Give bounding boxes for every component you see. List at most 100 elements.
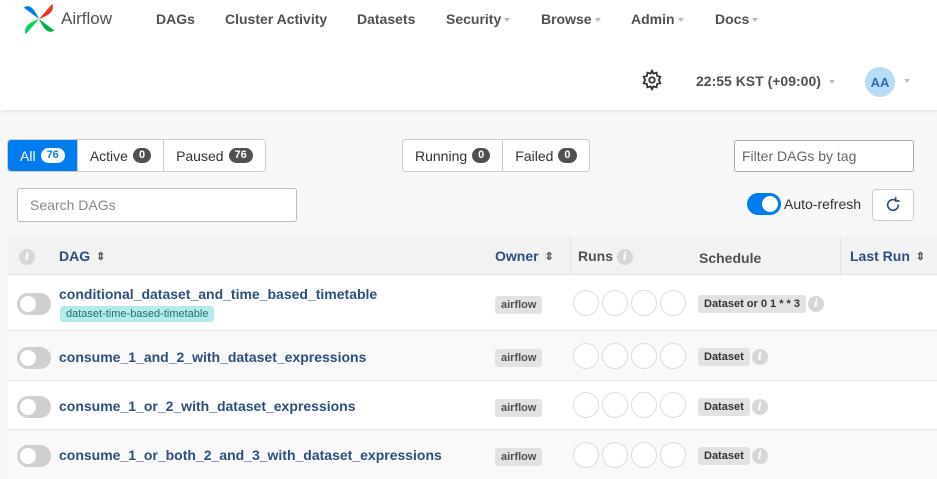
run-circle-running[interactable] <box>602 392 628 418</box>
run-circle-running[interactable] <box>602 290 628 316</box>
run-circle-success[interactable] <box>631 392 657 418</box>
pause-toggle[interactable] <box>17 293 51 315</box>
header-runs: Runs i <box>578 248 633 266</box>
sort-icon: ⇕ <box>915 251 926 263</box>
run-status-circles <box>573 392 686 418</box>
info-icon[interactable]: i <box>808 296 824 312</box>
count-badge: 0 <box>558 148 577 163</box>
owner-badge[interactable]: airflow <box>495 399 543 417</box>
run-status-circles <box>573 442 686 468</box>
run-status-circles <box>573 343 686 369</box>
count-badge: 0 <box>132 148 152 163</box>
column-divider <box>840 237 841 275</box>
run-state-filter-group: Running 0 Failed 0 <box>402 139 590 172</box>
run-circle-running[interactable] <box>602 343 628 369</box>
chevron-down-icon <box>504 18 511 23</box>
run-circle-running[interactable] <box>602 442 628 468</box>
count-badge: 0 <box>472 148 491 163</box>
timezone-dropdown[interactable]: 22:55 KST (+09:00) <box>696 73 835 89</box>
info-icon[interactable]: i <box>616 249 633 266</box>
filter-all-button[interactable]: All 76 <box>8 140 78 171</box>
filter-running-button[interactable]: Running 0 <box>403 140 504 171</box>
owner-badge[interactable]: airflow <box>495 448 543 466</box>
auto-refresh-label: Auto-refresh <box>784 196 862 212</box>
chevron-down-icon <box>594 18 601 23</box>
info-icon[interactable]: i <box>751 399 768 415</box>
chevron-down-icon <box>828 80 835 85</box>
schedule-badge: Dataset or 0 1 * * 3 <box>698 295 806 313</box>
run-circle-success[interactable] <box>631 442 657 468</box>
run-circle-failed[interactable] <box>660 290 686 316</box>
owner-badge[interactable]: airflow <box>495 296 543 314</box>
dag-id-link[interactable]: consume_1_or_both_2_and_3_with_dataset_e… <box>59 447 442 463</box>
filter-failed-button[interactable]: Failed 0 <box>503 140 588 171</box>
auto-refresh-toggle[interactable] <box>747 193 781 215</box>
nav-item-security[interactable]: Security <box>446 11 511 27</box>
schedule-badge: Dataset <box>698 348 750 366</box>
run-circle-queued[interactable] <box>573 343 599 369</box>
dag-tag[interactable]: dataset-time-based-timetable <box>60 306 215 322</box>
tag-filter-input[interactable] <box>734 140 914 172</box>
filter-active-button[interactable]: Active 0 <box>78 140 165 171</box>
search-dags-input[interactable] <box>17 188 297 222</box>
run-circle-failed[interactable] <box>660 343 686 369</box>
schedule-cell: Dataset i <box>698 447 768 465</box>
info-icon[interactable]: i <box>751 448 768 464</box>
nav-item-dags[interactable]: DAGs <box>156 11 195 27</box>
pause-toggle[interactable] <box>17 445 51 467</box>
run-circle-queued[interactable] <box>573 442 599 468</box>
chevron-down-icon[interactable] <box>904 79 910 83</box>
count-badge: 76 <box>228 148 253 163</box>
brand-logo-link[interactable]: Airflow <box>20 0 112 38</box>
run-circle-queued[interactable] <box>573 392 599 418</box>
schedule-cell: Dataset or 0 1 * * 3 i <box>698 295 824 313</box>
nav-item-admin[interactable]: Admin <box>631 11 684 27</box>
status-filter-group: All 76 Active 0 Paused 76 <box>7 139 266 172</box>
sort-icon: ⇕ <box>96 251 106 263</box>
run-circle-success[interactable] <box>631 343 657 369</box>
info-icon[interactable]: i <box>19 249 35 266</box>
gear-icon[interactable] <box>641 69 663 91</box>
schedule-badge: Dataset <box>698 398 750 416</box>
filter-paused-button[interactable]: Paused 76 <box>164 140 265 171</box>
run-circle-queued[interactable] <box>573 290 599 316</box>
schedule-badge: Dataset <box>698 447 750 465</box>
refresh-button[interactable] <box>872 189 914 221</box>
header-dag[interactable]: DAG ⇕ <box>59 248 105 264</box>
nav-item-cluster-activity[interactable]: Cluster Activity <box>225 11 327 27</box>
dag-id-link[interactable]: conditional_dataset_and_time_based_timet… <box>59 286 377 302</box>
chevron-down-icon <box>677 18 684 23</box>
table-header: i DAG ⇕ Owner ⇕ Runs i Schedule Last Run ⇕ <box>8 237 937 275</box>
count-badge: 76 <box>40 148 65 163</box>
top-navbar: Airflow DAGs Cluster Activity Datasets S… <box>0 0 937 110</box>
table-row: consume_1_or_both_2_and_3_with_dataset_e… <box>8 430 937 479</box>
table-row: consume_1_and_2_with_dataset_expressions… <box>8 331 937 381</box>
pause-toggle[interactable] <box>17 396 51 418</box>
run-circle-failed[interactable] <box>660 442 686 468</box>
header-last-run[interactable]: Last Run ⇕ <box>850 248 925 264</box>
sort-icon: ⇕ <box>544 251 554 263</box>
schedule-cell: Dataset i <box>698 348 768 366</box>
run-circle-failed[interactable] <box>660 392 686 418</box>
header-owner[interactable]: Owner ⇕ <box>495 248 554 264</box>
run-circle-success[interactable] <box>631 290 657 316</box>
header-schedule: Schedule <box>699 250 762 266</box>
owner-badge[interactable]: airflow <box>495 349 543 367</box>
table-row: conditional_dataset_and_time_based_timet… <box>8 275 937 331</box>
brand-name: Airflow <box>61 9 113 28</box>
table-row: consume_1_or_2_with_dataset_expressions … <box>8 381 937 430</box>
run-status-circles <box>573 290 686 316</box>
dag-id-link[interactable]: consume_1_or_2_with_dataset_expressions <box>59 398 355 414</box>
refresh-icon <box>886 197 900 212</box>
nav-item-docs[interactable]: Docs <box>715 11 759 27</box>
dags-table: i DAG ⇕ Owner ⇕ Runs i Schedule Last Run ⇕ … <box>8 237 937 479</box>
pause-toggle[interactable] <box>17 347 51 369</box>
airflow-pinwheel-icon <box>23 3 55 35</box>
column-divider <box>570 237 571 275</box>
nav-item-browse[interactable]: Browse <box>541 11 601 27</box>
dag-id-link[interactable]: consume_1_and_2_with_dataset_expressions <box>59 349 366 365</box>
info-icon[interactable]: i <box>751 349 768 365</box>
user-avatar[interactable]: AA <box>865 67 895 97</box>
nav-item-datasets[interactable]: Datasets <box>357 11 415 27</box>
chevron-down-icon <box>752 18 759 23</box>
